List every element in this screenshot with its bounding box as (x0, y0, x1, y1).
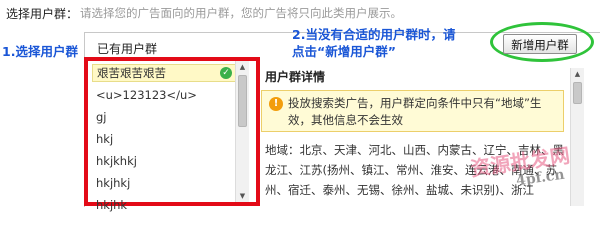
group-item[interactable]: <u>123123</u> (92, 86, 236, 104)
select-group-label: 选择用户群： (6, 7, 79, 21)
group-item[interactable]: hkjkhkj (92, 152, 236, 170)
group-item-label: <u>123123</u> (96, 88, 197, 102)
group-item[interactable]: hkjhk (92, 196, 236, 214)
notice-box: ! 投放搜索类广告，用户群定向条件中只有“地域”生效，其他信息不会生效 (261, 90, 564, 132)
group-item-label: hkjhk (96, 198, 128, 212)
red-highlight-frame: 艰苦艰苦艰苦 ✓ <u>123123</u> gj hkj hkjkhkj hk… (84, 57, 260, 212)
step2-line1: 2.当没有合适的用户群时，请 (292, 27, 456, 42)
group-item-label: gj (96, 110, 107, 124)
warning-icon: ! (269, 97, 283, 111)
scroll-up-arrow-icon[interactable]: ▲ (236, 61, 249, 73)
group-item[interactable]: hkjhkj (92, 174, 236, 192)
step2-line2: 点击“新增用户群” (292, 44, 396, 59)
scroll-down-arrow-icon[interactable]: ▼ (236, 190, 249, 202)
group-list: 艰苦艰苦艰苦 ✓ <u>123123</u> gj hkj hkjkhkj hk… (92, 64, 236, 218)
group-item-label: 艰苦艰苦艰苦 (97, 66, 166, 80)
select-group-hint: 请选择您的广告面向的用户群，您的广告将只向此类用户展示。 (80, 6, 402, 20)
notice-text: 投放搜索类广告，用户群定向条件中只有“地域”生效，其他信息不会生效 (288, 96, 542, 127)
group-item[interactable]: gj (92, 108, 236, 126)
group-item[interactable]: hkj (92, 130, 236, 148)
scroll-thumb[interactable] (238, 75, 247, 127)
scroll-up-arrow-icon[interactable]: ▲ (571, 68, 584, 80)
group-detail-title: 用户群详情 (265, 70, 326, 84)
add-user-group-button[interactable]: 新增用户群 (503, 34, 577, 54)
group-item-label: hkj (96, 132, 114, 146)
detail-scrollbar[interactable]: ▲ (570, 68, 584, 206)
scroll-thumb[interactable] (573, 82, 582, 104)
top-bar: 选择用户群： 请选择您的广告面向的用户群，您的广告将只向此类用户展示。 (0, 0, 600, 24)
group-item-label: hkjkhkj (96, 154, 137, 168)
group-list-scrollbar[interactable]: ▲ ▼ (235, 61, 249, 202)
group-item[interactable]: 艰苦艰苦艰苦 ✓ (92, 64, 236, 82)
check-icon: ✓ (220, 67, 232, 79)
step2-annotation: 2.当没有合适的用户群时，请 点击“新增用户群” (292, 26, 455, 60)
step1-annotation: 1.选择用户群 (2, 44, 78, 59)
group-item-label: hkjhkj (96, 176, 131, 190)
existing-groups-title: 已有用户群 (97, 42, 158, 56)
